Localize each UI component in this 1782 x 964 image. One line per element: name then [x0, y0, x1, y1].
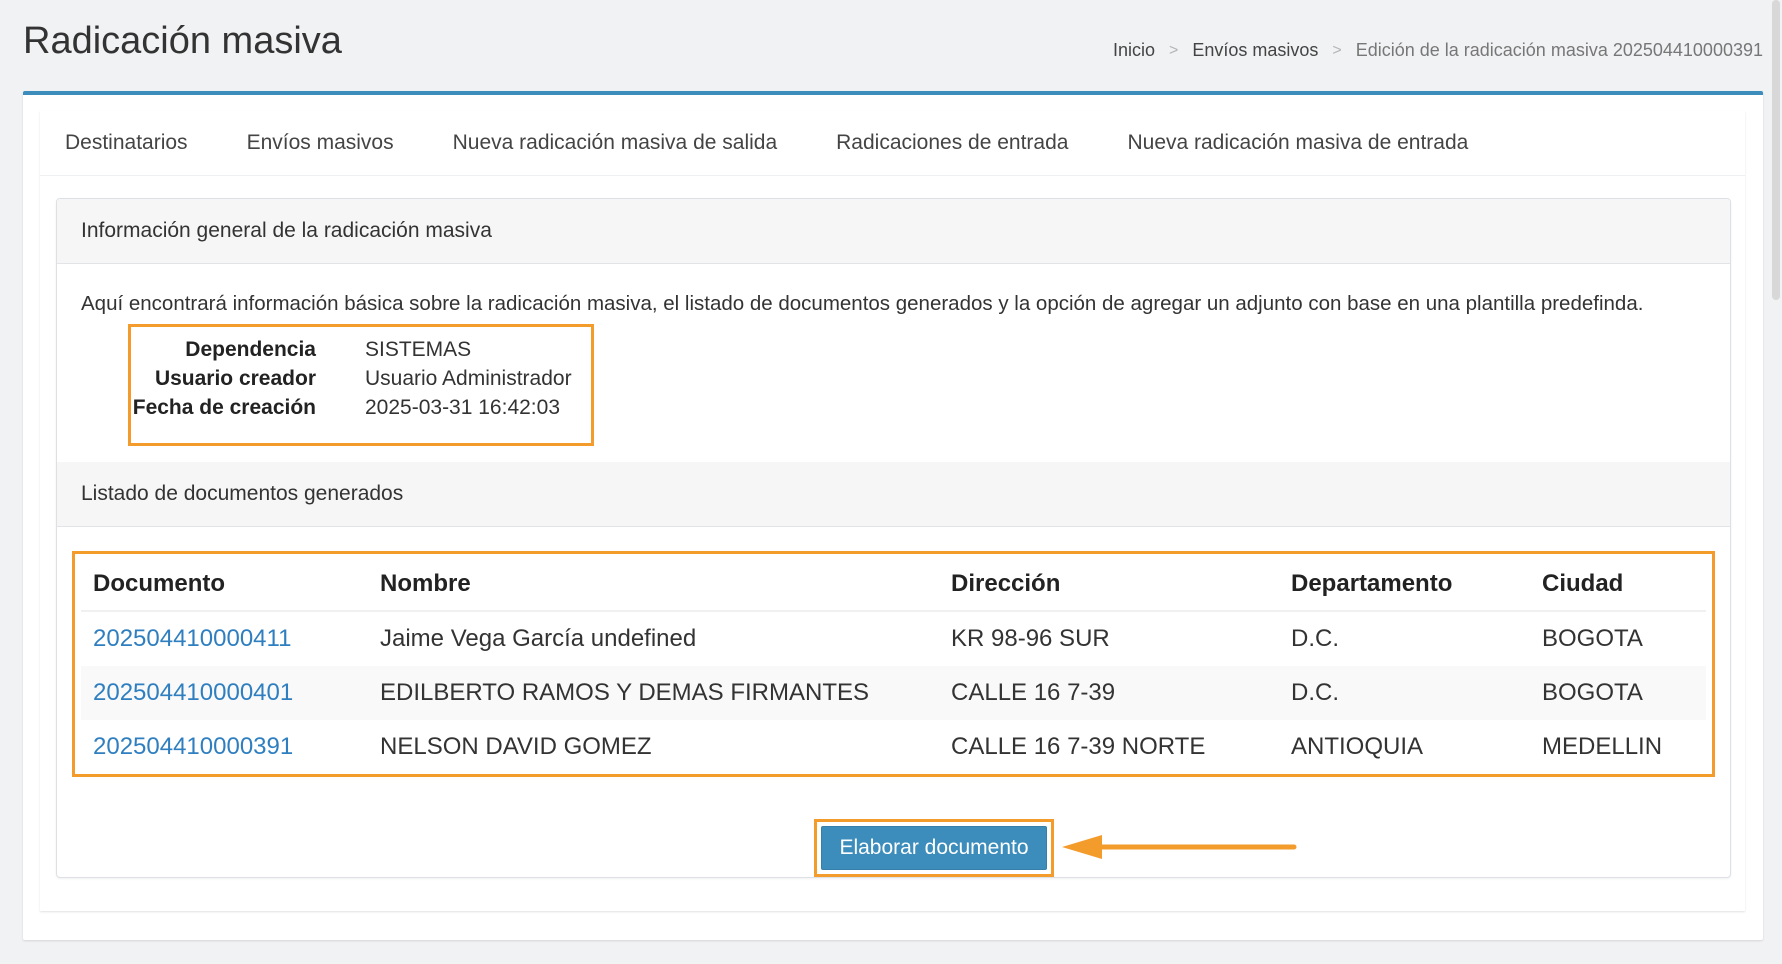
usuario-creador-label: Usuario creador	[154, 367, 316, 390]
info-row-usuario: Usuario creador Usuario Administrador	[131, 363, 591, 395]
cell-departamento: D.C.	[1279, 666, 1530, 720]
cell-direccion: KR 98-96 SUR	[939, 611, 1279, 666]
main-box: Destinatarios Envíos masivos Nueva radic…	[23, 91, 1763, 940]
cell-nombre: Jaime Vega García undefined	[368, 611, 939, 666]
table-row: 202504410000391 NELSON DAVID GOMEZ CALLE…	[81, 720, 1706, 774]
usuario-creador-value: Usuario Administrador	[365, 367, 572, 390]
scrollbar-thumb[interactable]	[1772, 0, 1780, 300]
col-ciudad[interactable]: Ciudad	[1530, 557, 1706, 612]
tab-envios-masivos[interactable]: Envíos masivos	[247, 131, 394, 155]
cell-departamento: D.C.	[1279, 611, 1530, 666]
breadcrumb-home-link[interactable]: Inicio	[1113, 40, 1155, 61]
cell-direccion: CALLE 16 7-39 NORTE	[939, 720, 1279, 774]
breadcrumb: Inicio > Envíos masivos > Edición de la …	[1113, 40, 1763, 61]
documents-table: Documento Nombre Dirección Departamento …	[81, 557, 1706, 774]
document-link[interactable]: 202504410000401	[93, 679, 293, 706]
col-documento[interactable]: Documento	[81, 557, 368, 612]
col-nombre[interactable]: Nombre	[368, 557, 939, 612]
info-row-dependencia: Dependencia SISTEMAS	[131, 334, 591, 366]
breadcrumb-envios-link[interactable]: Envíos masivos	[1192, 40, 1318, 61]
elaborar-documento-button[interactable]: Elaborar documento	[821, 826, 1047, 870]
dependencia-label: Dependencia	[185, 338, 316, 361]
cell-ciudad: MEDELLIN	[1530, 720, 1706, 774]
cell-direccion: CALLE 16 7-39	[939, 666, 1279, 720]
col-direccion[interactable]: Dirección	[939, 557, 1279, 612]
arrow-left-icon	[1062, 835, 1297, 859]
cell-ciudad: BOGOTA	[1530, 611, 1706, 666]
cell-ciudad: BOGOTA	[1530, 666, 1706, 720]
fecha-creacion-value: 2025-03-31 16:42:03	[365, 396, 560, 419]
cell-nombre: EDILBERTO RAMOS Y DEMAS FIRMANTES	[368, 666, 939, 720]
tab-bar: Destinatarios Envíos masivos Nueva radic…	[40, 111, 1745, 176]
table-row: 202504410000401 EDILBERTO RAMOS Y DEMAS …	[81, 666, 1706, 720]
breadcrumb-current: Edición de la radicación masiva 20250441…	[1355, 40, 1763, 60]
fecha-creacion-label: Fecha de creación	[132, 396, 316, 419]
cell-nombre: NELSON DAVID GOMEZ	[368, 720, 939, 774]
col-departamento[interactable]: Departamento	[1279, 557, 1530, 612]
general-info-heading: Información general de la radicación mas…	[57, 199, 1730, 264]
documents-table-highlight: Documento Nombre Dirección Departamento …	[72, 551, 1715, 777]
documents-heading: Listado de documentos generados	[57, 462, 1730, 527]
intro-text: Aquí encontrará información básica sobre…	[81, 292, 1644, 315]
table-row: 202504410000411 Jaime Vega García undefi…	[81, 611, 1706, 666]
tab-container: Destinatarios Envíos masivos Nueva radic…	[40, 111, 1745, 911]
tab-nueva-radicacion-entrada[interactable]: Nueva radicación masiva de entrada	[1127, 131, 1468, 155]
page-title: Radicación masiva	[23, 20, 342, 62]
document-link[interactable]: 202504410000391	[93, 733, 293, 760]
cell-departamento: ANTIOQUIA	[1279, 720, 1530, 774]
breadcrumb-separator-icon: >	[1332, 41, 1342, 59]
dependencia-value: SISTEMAS	[365, 338, 472, 361]
page-scrollbar[interactable]	[1768, 0, 1782, 964]
breadcrumb-separator-icon: >	[1168, 41, 1179, 59]
info-row-fecha: Fecha de creación 2025-03-31 16:42:03	[131, 392, 591, 424]
info-highlight-box: Dependencia SISTEMAS Usuario creador Usu…	[128, 324, 594, 446]
general-info-panel: Información general de la radicación mas…	[56, 198, 1731, 878]
tab-radicaciones-entrada[interactable]: Radicaciones de entrada	[836, 131, 1068, 155]
tab-destinatarios[interactable]: Destinatarios	[65, 131, 188, 155]
tab-nueva-radicacion-salida[interactable]: Nueva radicación masiva de salida	[453, 131, 778, 155]
document-link[interactable]: 202504410000411	[93, 625, 291, 652]
button-highlight-box: Elaborar documento	[814, 819, 1054, 877]
